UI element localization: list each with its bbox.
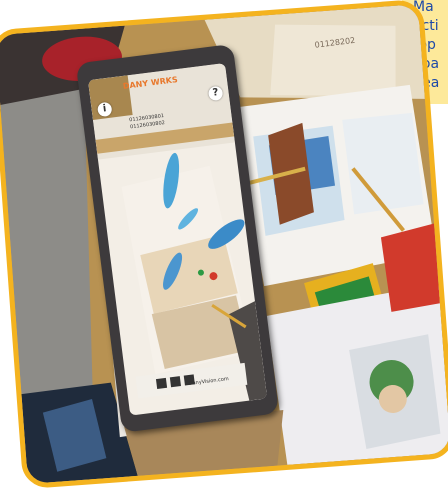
ar-scene bbox=[87, 62, 268, 401]
photo-frame: 01128202 DANY WRKS 01126030801 011260308… bbox=[0, 0, 448, 489]
tablet-screen: DANY WRKS 01126030801 01126030802 DanyVi… bbox=[87, 62, 268, 416]
